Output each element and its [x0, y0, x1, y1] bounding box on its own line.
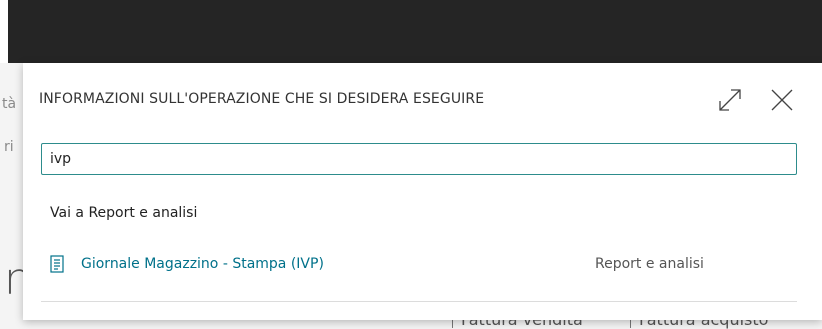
top-bar-edge	[0, 0, 8, 63]
report-icon	[50, 255, 64, 273]
top-bar	[0, 0, 822, 63]
search-input[interactable]	[41, 143, 797, 175]
background-text-1: tà	[2, 96, 17, 112]
divider	[41, 301, 797, 302]
dialog-title: INFORMAZIONI SULL'OPERAZIONE CHE SI DESI…	[39, 91, 485, 107]
expand-icon	[719, 89, 741, 111]
section-heading: Vai a Report e analisi	[50, 205, 198, 221]
background-text-2: ri	[4, 139, 14, 155]
expand-button[interactable]	[715, 85, 745, 115]
result-label: Giornale Magazzino - Stampa (IVP)	[81, 256, 324, 272]
result-item[interactable]: Giornale Magazzino - Stampa (IVP) Report…	[41, 247, 797, 283]
close-icon	[771, 89, 793, 111]
close-button[interactable]	[767, 85, 797, 115]
result-category: Report e analisi	[595, 256, 704, 272]
tell-me-dialog: INFORMAZIONI SULL'OPERAZIONE CHE SI DESI…	[23, 63, 822, 320]
